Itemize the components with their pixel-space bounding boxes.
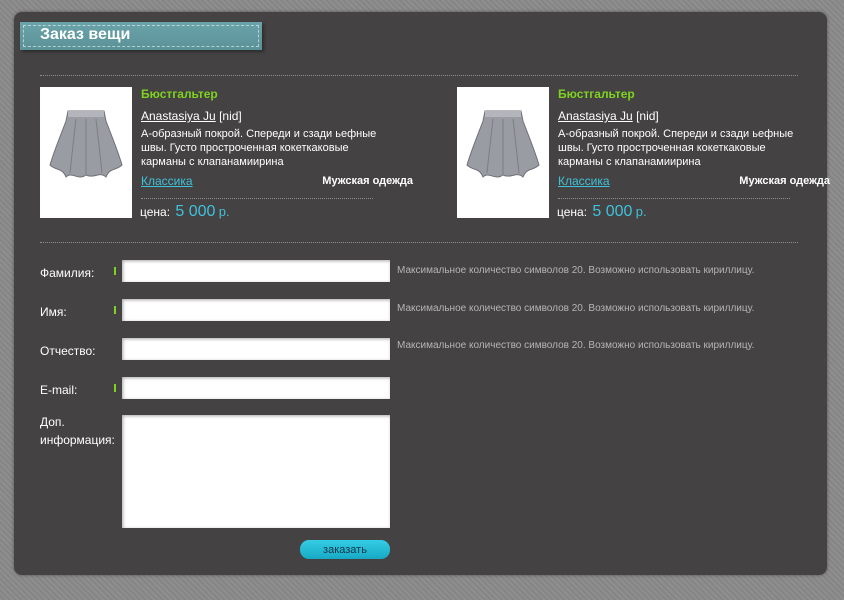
first-name-input[interactable] xyxy=(122,299,390,321)
author-link[interactable]: Anastasiya Ju xyxy=(141,109,216,123)
price-currency: р. xyxy=(218,204,230,219)
product-image[interactable] xyxy=(457,87,549,218)
price-amount: 5 000 xyxy=(592,203,633,220)
required-marker xyxy=(114,384,116,392)
divider-top xyxy=(40,75,798,76)
author-link[interactable]: Anastasiya Ju xyxy=(558,109,633,123)
required-marker xyxy=(114,267,116,275)
product-type: Мужская одежда xyxy=(739,175,830,187)
patronymic-hint: Максимальное количество символов 20. Воз… xyxy=(397,340,755,351)
skirt-image xyxy=(49,110,123,178)
author-tag: [nid] xyxy=(219,109,242,123)
category-link[interactable]: Классика xyxy=(141,174,193,188)
product-image[interactable] xyxy=(40,87,132,218)
patronymic-input[interactable] xyxy=(122,338,390,360)
product-card: Бюстгальтер Anastasiya Ju [nid] А-образн… xyxy=(457,87,830,227)
skirt-image xyxy=(466,110,540,178)
divider-middle xyxy=(40,242,798,243)
product-author: Anastasiya Ju [nid] xyxy=(558,109,659,123)
required-marker xyxy=(114,306,116,314)
price-label: цена: xyxy=(140,205,171,219)
extra-info-textarea[interactable] xyxy=(122,415,390,528)
product-description: А-образный покрой. Спереди и сзади ьефны… xyxy=(141,128,377,168)
product-divider xyxy=(141,198,373,199)
extra-info-label-line1: Доп. xyxy=(40,415,65,429)
order-submit-button[interactable]: заказать xyxy=(300,540,390,559)
last-name-label: Фамилия: xyxy=(40,266,95,280)
product-card: Бюстгальтер Anastasiya Ju [nid] А-образн… xyxy=(40,87,413,227)
price-label: цена: xyxy=(557,205,588,219)
email-label: E-mail: xyxy=(40,383,78,397)
product-author: Anastasiya Ju [nid] xyxy=(141,109,242,123)
price-amount: 5 000 xyxy=(175,203,216,220)
first-name-label: Имя: xyxy=(40,305,67,319)
category-link[interactable]: Классика xyxy=(558,174,610,188)
extra-info-label-line2: информация: xyxy=(40,433,115,447)
product-title[interactable]: Бюстгальтер xyxy=(558,87,635,101)
product-price: цена: 5 000 р. xyxy=(140,203,230,221)
product-divider xyxy=(558,198,790,199)
email-input[interactable] xyxy=(122,377,390,399)
author-tag: [nid] xyxy=(636,109,659,123)
last-name-hint: Максимальное количество символов 20. Воз… xyxy=(397,265,755,276)
product-title[interactable]: Бюстгальтер xyxy=(141,87,218,101)
page-title-ribbon: Заказ вещи xyxy=(20,22,262,50)
last-name-input[interactable] xyxy=(122,260,390,282)
page-title: Заказ вещи xyxy=(40,26,131,43)
price-currency: р. xyxy=(635,204,647,219)
product-price: цена: 5 000 р. xyxy=(557,203,647,221)
patronymic-label: Отчество: xyxy=(40,344,96,358)
product-type: Мужская одежда xyxy=(322,175,413,187)
product-description: А-образный покрой. Спереди и сзади ьефны… xyxy=(558,128,794,168)
first-name-hint: Максимальное количество символов 20. Воз… xyxy=(397,303,755,314)
